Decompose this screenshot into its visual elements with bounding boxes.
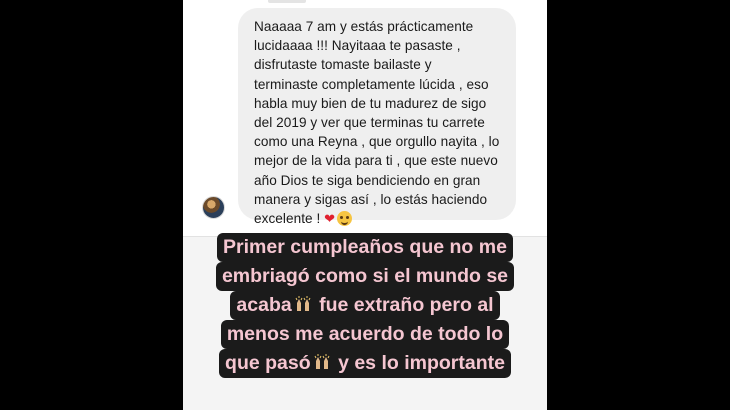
message-line: del 2019 y ver que terminas tu carrete (254, 115, 485, 131)
message-line: excelente ! (254, 211, 321, 227)
message-line: terminaste completamente lúcida , eso (254, 76, 489, 92)
message-last-line: excelente ! ❤ (254, 211, 353, 228)
caption-line: Primer cumpleaños que no me (217, 233, 513, 262)
caption-text: acaba (236, 294, 292, 316)
message-line: año Dios te siga bendiciendo en gran (254, 172, 481, 188)
message-line: manera y sigas así , lo estás haciendo (254, 191, 488, 207)
caption-line: que pasó y es lo importante (219, 349, 511, 378)
chat-screen: Naaaaa 7 am y estás prácticamente lucida… (183, 0, 547, 410)
previous-message-edge (268, 0, 306, 3)
caption-line: embriagó como si el mundo se (215, 262, 515, 291)
raising-hands-icon (295, 296, 311, 311)
caption-text: y es lo importante (332, 352, 505, 374)
message-line: Naaaaa 7 am y estás prácticamente (254, 19, 474, 34)
caption-text: que pasó (225, 352, 311, 374)
caption-line: acaba fue extraño pero al (230, 291, 500, 320)
caption-line: menos me acuerdo de todo lo (220, 320, 510, 349)
message-text: Naaaaa 7 am y estás prácticamente lucida… (254, 17, 503, 229)
received-message-bubble[interactable]: Naaaaa 7 am y estás prácticamente lucida… (238, 8, 516, 227)
sender-avatar[interactable] (202, 196, 225, 219)
raising-hands-icon (314, 354, 330, 369)
heart-emoji: ❤ (324, 212, 336, 228)
caption-text: fue extraño pero al (313, 294, 494, 316)
story-caption: Primer cumpleaños que no me embriagó com… (183, 233, 547, 378)
message-line: lucidaaaa !!! Nayitaaa te pasaste , (254, 38, 461, 54)
screenshot-frame: Naaaaa 7 am y estás prácticamente lucida… (0, 0, 730, 410)
message-line: mejor de la vida para ti , que este nuev… (254, 153, 498, 169)
message-line: disfrutaste tomaste bailaste y (254, 57, 432, 73)
message-line: como una Reyna , que orgullo nayita , lo (254, 134, 500, 150)
smiling-face-with-hearts-emoji (337, 211, 353, 227)
message-line: habla muy bien de tu madurez de sigo (254, 95, 487, 111)
